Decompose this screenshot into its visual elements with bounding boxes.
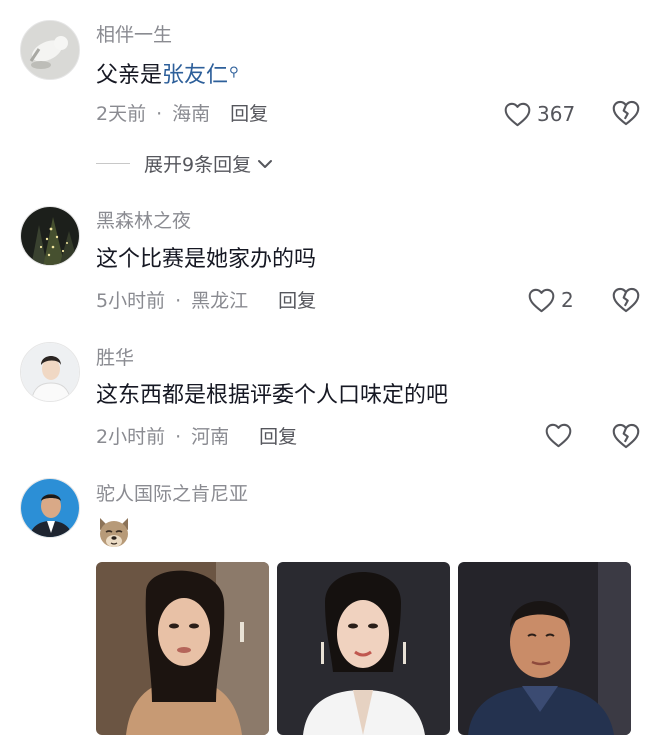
- username[interactable]: 胜华: [96, 346, 134, 370]
- dislike-button[interactable]: [612, 100, 640, 128]
- reply-button[interactable]: 回复: [230, 103, 268, 125]
- avatar-image: [21, 343, 79, 401]
- dislike-button[interactable]: [612, 287, 640, 315]
- dislike-button[interactable]: [612, 423, 640, 451]
- comment-text: 父亲是张友仁⚲: [96, 58, 239, 91]
- timestamp: 2小时前: [96, 426, 166, 448]
- location: 海南: [172, 103, 211, 125]
- avatar-image: [21, 479, 79, 537]
- reply-button[interactable]: 回复: [259, 426, 297, 448]
- expand-replies-button[interactable]: 展开9条回复: [96, 150, 274, 177]
- avatar[interactable]: [20, 478, 80, 538]
- reply-button[interactable]: 回复: [278, 290, 316, 312]
- location: 河南: [191, 426, 230, 448]
- avatar-image: [21, 21, 79, 79]
- like-button[interactable]: [545, 423, 572, 448]
- expand-replies-label: 展开9条回复: [144, 154, 252, 176]
- like-count: 2: [561, 288, 574, 312]
- photo-thumbnail[interactable]: [458, 562, 631, 735]
- like-button[interactable]: 367: [504, 100, 575, 128]
- dog-face-emoji: [96, 514, 132, 550]
- heart-outline-icon: [528, 288, 555, 312]
- comment-text: 这个比赛是她家办的吗: [96, 247, 317, 272]
- comment-text-prefix: 父亲是: [96, 63, 163, 88]
- broken-heart-icon: [612, 423, 640, 449]
- heart-outline-icon: [545, 423, 572, 448]
- timestamp: 5小时前: [96, 290, 166, 312]
- search-icon[interactable]: ⚲: [229, 65, 239, 80]
- username[interactable]: 黑森林之夜: [96, 209, 191, 233]
- expand-divider: [96, 163, 130, 164]
- avatar[interactable]: [20, 206, 80, 266]
- username[interactable]: 相伴一生: [96, 23, 172, 47]
- chevron-down-icon: [258, 159, 273, 168]
- comment-meta: 2天前 · 海南 回复: [96, 101, 268, 127]
- broken-heart-icon: [612, 100, 640, 126]
- avatar-image: [21, 207, 79, 265]
- comment-meta: 2小时前 · 河南 回复: [96, 424, 297, 450]
- broken-heart-icon: [612, 287, 640, 313]
- separator: ·: [175, 290, 182, 312]
- photo-thumbnail[interactable]: [277, 562, 450, 735]
- location: 黑龙江: [191, 290, 249, 312]
- avatar[interactable]: [20, 20, 80, 80]
- photo-grid: [96, 562, 631, 735]
- comment-text: 这东西都是根据评委个人口味定的吧: [96, 383, 449, 408]
- avatar[interactable]: [20, 342, 80, 402]
- like-count: 367: [537, 102, 576, 126]
- username[interactable]: 驼人国际之肯尼亚: [96, 482, 248, 506]
- separator: ·: [156, 103, 163, 125]
- photo-thumbnail[interactable]: [96, 562, 269, 735]
- heart-outline-icon: [504, 102, 531, 126]
- separator: ·: [175, 426, 182, 448]
- mention-link[interactable]: 张友仁: [162, 63, 228, 88]
- timestamp: 2天前: [96, 103, 147, 125]
- comment-meta: 5小时前 · 黑龙江 回复: [96, 288, 316, 314]
- like-button[interactable]: 2: [528, 286, 574, 314]
